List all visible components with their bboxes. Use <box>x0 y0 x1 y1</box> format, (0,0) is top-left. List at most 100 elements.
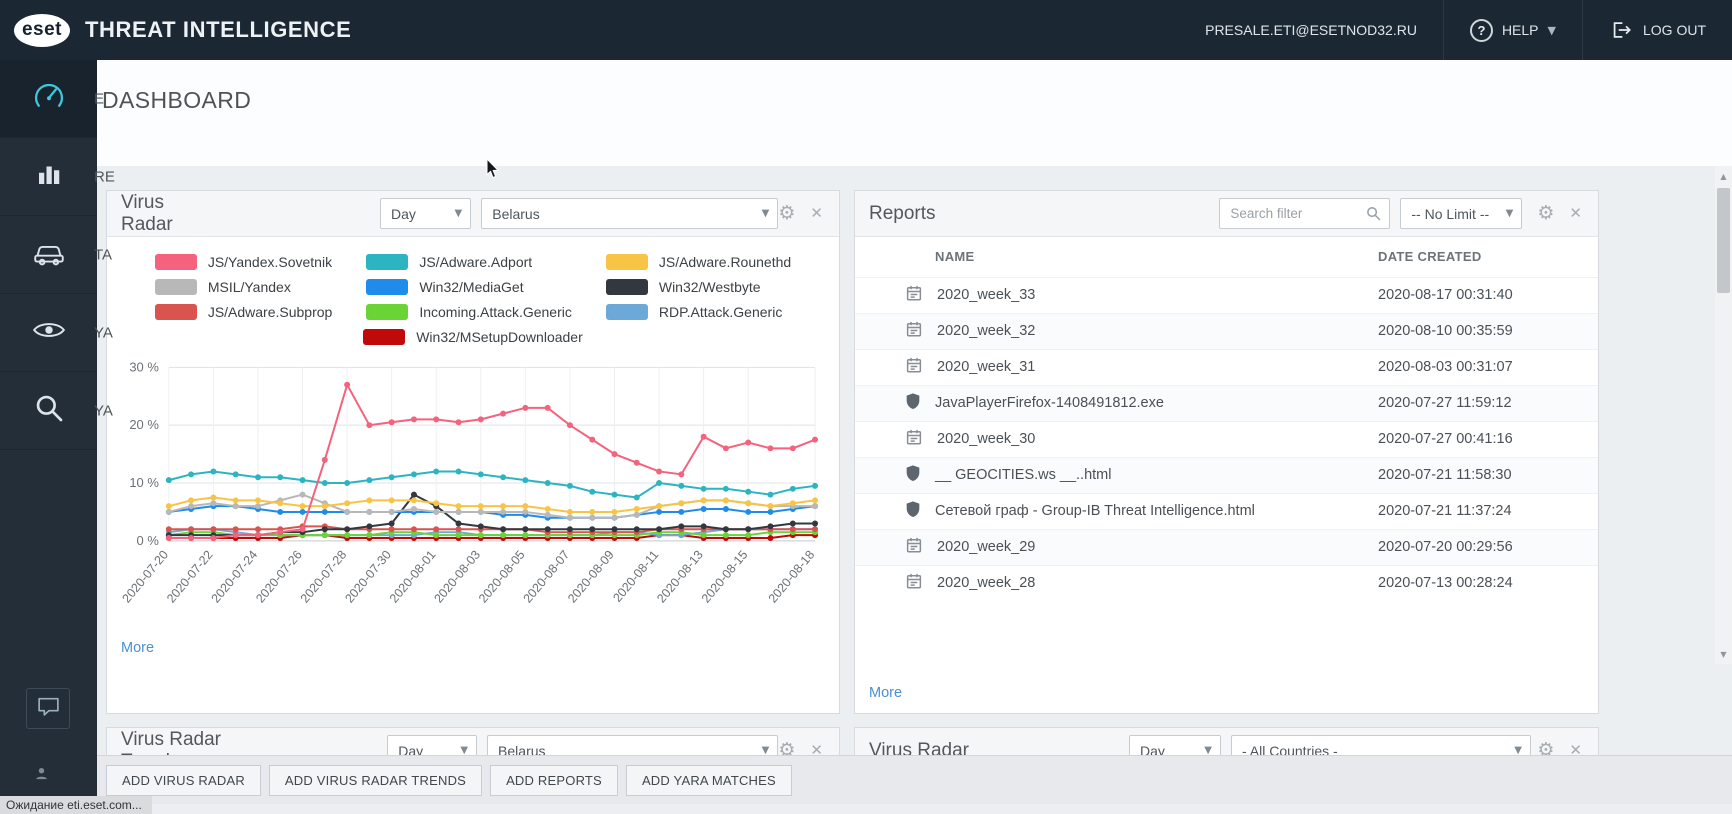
help-menu[interactable]: ? HELP ▼ <box>1442 0 1582 60</box>
user-email[interactable]: PRESALE.ETI@ESETNOD32.RU <box>1179 0 1443 60</box>
sidebar-item-label-fragment: RE <box>94 168 115 185</box>
legend-label: Win32/Westbyte <box>658 279 761 295</box>
logout-button[interactable]: LOG OUT <box>1581 0 1732 60</box>
report-name: 2020_week_32 <box>937 323 1036 339</box>
report-name: JavaPlayerFirefox-1408491812.exe <box>935 395 1164 411</box>
reports-table: NAME DATE CREATED 2020_week_33 2020-08-17… <box>855 237 1598 601</box>
add-virus-radar-trends-button[interactable]: ADD VIRUS RADAR TRENDS <box>268 764 483 796</box>
sidebar-item-yara-matches[interactable]: YA <box>0 294 113 372</box>
sidebar-item-reports[interactable]: RE <box>0 138 115 216</box>
legend-label: Win32/MSetupDownloader <box>416 329 583 345</box>
more-link[interactable]: More <box>869 685 1598 701</box>
report-date: 2020-07-27 00:41:16 <box>1378 420 1598 457</box>
help-icon: ? <box>1469 18 1493 42</box>
legend-item[interactable]: Win32/Westbyte <box>605 279 791 295</box>
svg-text:2020-08-15: 2020-08-15 <box>699 548 751 606</box>
report-name: 2020_week_28 <box>937 575 1036 592</box>
sidebar-item-label-fragment: E <box>94 90 105 107</box>
legend-swatch <box>366 304 409 320</box>
legend-item[interactable]: JS/Adware.Adport <box>366 254 572 270</box>
search-icon <box>1365 205 1382 227</box>
scrollbar-thumb[interactable] <box>1717 188 1730 293</box>
virus-radar-chart: 0 % 10 % 20 % 30 % 2020-07-20 2020-07-22 2020-… <box>111 355 835 632</box>
add-widgets-toolbar: ADD VIRUS RADAR ADD VIRUS RADAR TRENDS ADD… <box>97 755 1732 804</box>
report-row[interactable]: 2020_week_33 2020-08-17 00:31:40 <box>855 276 1598 313</box>
legend-swatch <box>605 304 648 320</box>
sidebar-item-label-fragment: YA <box>94 324 113 341</box>
svg-text:2020-08-09: 2020-08-09 <box>565 548 617 606</box>
legend-swatch <box>363 329 406 345</box>
scroll-down-button[interactable]: ▼ <box>1715 646 1732 662</box>
report-row[interactable]: 2020_week_29 2020-07-20 00:29:56 <box>855 528 1598 565</box>
shield-icon <box>905 500 921 522</box>
sidebar: E RE TA YA YA <box>0 60 115 814</box>
calendar-icon <box>905 572 923 594</box>
legend-label: JS/Adware.Adport <box>419 254 533 270</box>
panel-title: Reports <box>869 202 936 224</box>
calendar-icon <box>905 428 923 450</box>
report-row[interactable]: JavaPlayerFirefox-1408491812.exe 2020-07-… <box>855 384 1598 421</box>
report-name: 2020_week_30 <box>937 431 1036 447</box>
sidebar-item-targeted[interactable]: TA <box>0 216 112 294</box>
report-name: 2020_week_33 <box>937 287 1036 303</box>
report-row[interactable]: Сетевой граф - Group-IB Threat Intellige… <box>855 492 1598 529</box>
panel-virus-radar: Virus Radar Day ▼ Belarus ▼ ⚙ ✕ JS/Yande… <box>106 190 840 714</box>
report-date: 2020-07-21 11:37:24 <box>1378 492 1598 529</box>
legend-item[interactable]: RDP.Attack.Generic <box>605 304 791 320</box>
legend-item[interactable]: JS/Yandex.Sovetnik <box>154 254 333 270</box>
status-bar: Ожидание eti.eset.com... <box>0 796 152 814</box>
close-icon[interactable]: ✕ <box>810 206 823 221</box>
add-reports-button[interactable]: ADD REPORTS <box>490 764 618 796</box>
gear-icon[interactable]: ⚙ <box>778 204 795 223</box>
legend-item[interactable]: JS/Adware.Subprop <box>154 304 332 320</box>
legend-swatch <box>366 279 409 295</box>
legend-item[interactable]: Win32/MSetupDownloader <box>363 329 583 345</box>
sidebar-item-dashboard[interactable]: E <box>0 60 104 138</box>
more-link[interactable]: More <box>121 640 839 656</box>
legend-item[interactable]: JS/Adware.Rounethd <box>605 254 791 270</box>
legend-label: Win32/MediaGet <box>419 279 524 295</box>
column-header-date: DATE CREATED <box>1378 249 1482 265</box>
legend-item[interactable]: Incoming.Attack.Generic <box>366 304 572 320</box>
report-row[interactable]: 2020_week_30 2020-07-27 00:41:16 <box>855 420 1598 457</box>
person-icon <box>34 766 49 786</box>
sidebar-item-label-fragment: TA <box>94 246 113 263</box>
legend-swatch <box>154 279 197 295</box>
feedback-button[interactable] <box>26 688 70 729</box>
chevron-down-icon: ▼ <box>1547 23 1556 37</box>
report-row[interactable]: __ GEOCITIES.ws __..html 2020-07-21 11:58… <box>855 456 1598 493</box>
eset-logo[interactable]: eset <box>14 13 70 47</box>
svg-text:30 %: 30 % <box>129 359 159 374</box>
report-row[interactable]: 2020_week_32 2020-08-10 00:35:59 <box>855 312 1598 349</box>
legend-item[interactable]: MSIL/Yandex <box>154 279 333 295</box>
panel-title: Virus Radar <box>121 191 173 235</box>
legend-swatch <box>605 279 648 295</box>
report-date: 2020-08-03 00:31:07 <box>1378 348 1598 385</box>
gear-icon[interactable]: ⚙ <box>1537 204 1554 223</box>
vertical-scrollbar[interactable]: ▲ ▼ <box>1715 166 1732 664</box>
add-virus-radar-button[interactable]: ADD VIRUS RADAR <box>106 764 261 796</box>
legend-label: MSIL/Yandex <box>207 279 291 295</box>
calendar-icon <box>905 320 923 342</box>
legend-label: JS/Yandex.Sovetnik <box>207 254 333 270</box>
period-select[interactable]: Day ▼ <box>379 198 472 229</box>
close-icon[interactable]: ✕ <box>1569 206 1582 221</box>
bar-chart-icon <box>34 159 64 194</box>
scroll-up-button[interactable]: ▲ <box>1715 168 1732 184</box>
magnifier-icon <box>33 392 65 429</box>
reports-body: NAME DATE CREATED 2020_week_33 2020-08-17… <box>855 237 1598 713</box>
calendar-icon <box>905 536 923 558</box>
report-row[interactable]: 2020_week_28 2020-07-13 00:28:24 <box>855 564 1598 601</box>
sidebar-nav: E RE TA YA YA <box>0 60 115 450</box>
car-icon <box>31 237 67 272</box>
chevron-down-icon: ▼ <box>454 208 463 219</box>
country-select[interactable]: Belarus ▼ <box>481 198 779 229</box>
topbar: eset THREAT INTELLIGENCE PRESALE.ETI@ESE… <box>0 0 1732 60</box>
add-yara-matches-button[interactable]: ADD YARA MATCHES <box>625 764 792 796</box>
shield-icon <box>905 464 921 486</box>
limit-select[interactable]: -- No Limit -- ▼ <box>1400 198 1523 229</box>
legend-item[interactable]: Win32/MediaGet <box>366 279 572 295</box>
sidebar-item-yara-search[interactable]: YA <box>0 372 113 450</box>
svg-text:2020-08-18: 2020-08-18 <box>766 548 818 606</box>
report-row[interactable]: 2020_week_31 2020-08-03 00:31:07 <box>855 348 1598 385</box>
